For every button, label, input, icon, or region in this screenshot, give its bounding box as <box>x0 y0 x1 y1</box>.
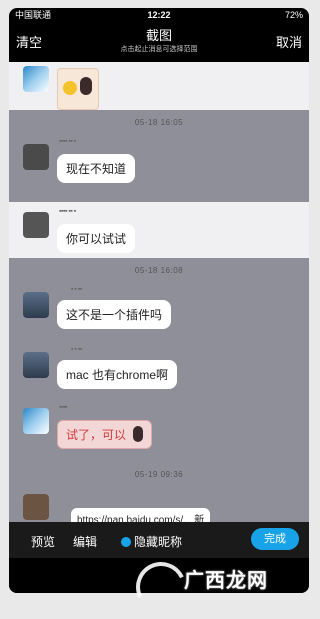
message-bubble[interactable]: 这不是一个插件吗 <box>57 300 172 329</box>
sticker-text: 试了，可以 <box>66 428 127 442</box>
check-icon <box>121 537 131 547</box>
avatar <box>23 144 49 170</box>
screenshot-header: 清空 截图 点击起止消息可选择范围 取消 <box>9 22 309 62</box>
battery-label: 72% <box>284 10 303 20</box>
sticker-image <box>57 68 99 110</box>
sticker-text-bubble[interactable]: 试了，可以 <box>57 420 153 449</box>
avatar <box>23 292 49 318</box>
message-bubble[interactable]: 现在不知道 <box>57 154 136 183</box>
message-block[interactable]: 05-18 16:08 ▪ ▪ ▪▪ 这不是一个插件吗 ▪ ▪ ▪▪ mac 也… <box>9 258 309 522</box>
cancel-button[interactable]: 取消 <box>276 32 302 51</box>
bottom-toolbar: 预览 编辑 隐藏昵称 完成 <box>9 522 309 558</box>
edit-button[interactable]: 编辑 <box>73 533 97 550</box>
status-bar: 中国联通 12:22 72% <box>9 8 309 22</box>
message-row[interactable]: ▪▪▪▪ ▪▪ ▪ 你可以试试 <box>9 202 309 258</box>
avatar <box>23 212 49 238</box>
nickname-blurred: ▪ ▪ ▪▪ <box>71 286 82 293</box>
done-button[interactable]: 完成 <box>251 528 299 550</box>
watermark-text: 广西龙网 <box>184 570 268 592</box>
nickname-blurred: ▪▪▪▪ ▪▪ ▪ <box>59 208 76 215</box>
avatar <box>23 352 49 378</box>
preview-button[interactable]: 预览 <box>31 533 55 550</box>
page-title: 截图 <box>145 28 172 43</box>
timestamp: 05-18 16:08 <box>134 266 184 275</box>
message-bubble[interactable]: mac 也有chrome啊 <box>57 360 178 389</box>
message-block[interactable]: 05-18 16:05 ▪▪▪▪ ▪▪ ▪ 现在不知道 <box>9 110 309 202</box>
timestamp: 05-19 09:36 <box>134 470 184 479</box>
nickname-blurred: ▪▪▪▪ ▪▪ ▪ <box>59 138 76 145</box>
avatar <box>23 66 49 92</box>
sticker-face-icon <box>133 426 144 442</box>
hide-nickname-label: 隐藏昵称 <box>134 535 183 549</box>
chat-area[interactable]: 05-18 16:05 ▪▪▪▪ ▪▪ ▪ 现在不知道 ▪▪▪▪ ▪▪ ▪ 你可… <box>9 62 309 522</box>
avatar <box>23 408 49 434</box>
message-bubble[interactable]: 你可以试试 <box>57 224 136 253</box>
hide-nickname-toggle[interactable]: 隐藏昵称 <box>121 533 182 550</box>
message-row[interactable] <box>9 62 309 110</box>
nickname-blurred: ▪▪▪▪ <box>59 404 67 411</box>
avatar <box>23 494 49 520</box>
nickname-blurred: ▪ ▪ ▪▪ <box>71 346 82 353</box>
phone-screen: 中国联通 12:22 72% 清空 截图 点击起止消息可选择范围 取消 05-1… <box>9 8 309 593</box>
clock: 12:22 <box>147 10 171 20</box>
timestamp: 05-18 16:05 <box>134 118 184 127</box>
range-hint: 点击起止消息可选择范围 <box>120 46 198 53</box>
watermark-logo: 广西龙网 <box>128 554 310 619</box>
